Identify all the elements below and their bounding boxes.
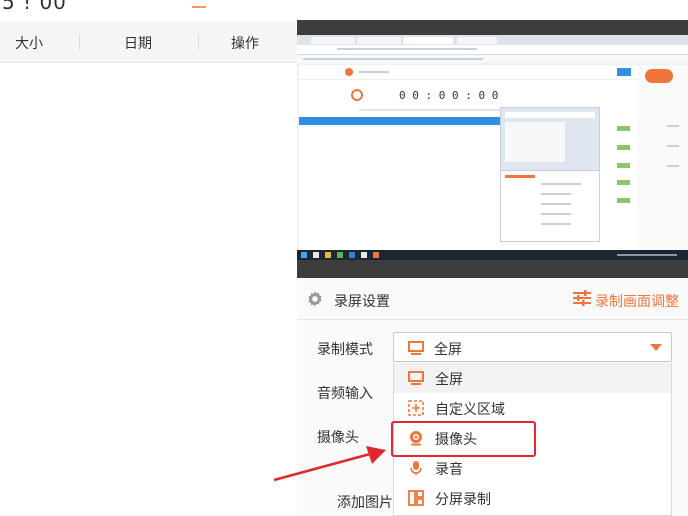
toolbar-strip-partial: 5 ! 00 [0,0,297,22]
split-screen-icon [408,490,424,506]
record-mode-value: 全屏 [434,342,462,358]
monitor-icon [408,341,424,355]
option-label: 分屏录制 [435,492,491,508]
toolbar-icon-fragment [192,0,206,8]
sliders-icon [573,290,591,306]
audio-input-label: 音频输入 [317,386,373,402]
option-audio[interactable]: 录音 [394,453,671,483]
option-fullscreen[interactable]: 全屏 [394,363,671,393]
column-header-size[interactable]: 大小 [15,33,43,53]
highlight-box [391,421,536,457]
microphone-icon [410,461,422,475]
option-split-screen[interactable]: 分屏录制 [394,483,671,513]
monitor-icon [408,371,424,385]
adjust-recording-label: 录制画面调整 [595,294,679,310]
partial-header-text: 5 ! 00 [2,0,67,14]
custom-region-icon [408,400,424,416]
option-label: 自定义区域 [435,402,505,418]
option-custom-region[interactable]: 自定义区域 [394,393,671,423]
option-label: 录音 [435,462,463,478]
column-header-actions[interactable]: 操作 [231,33,259,53]
file-list-header: 大小 日期 操作 [0,22,297,63]
chevron-down-icon[interactable] [650,344,662,351]
pointer-arrow-annotation [273,446,386,482]
record-mode-select[interactable]: 全屏 [393,332,672,362]
divider [297,319,688,320]
column-header-date[interactable]: 日期 [124,33,152,53]
recording-preview: 0 0 : 0 0 : 0 0 [297,20,688,278]
record-mode-label: 录制模式 [317,342,373,358]
preview-screen-thumbnail: 0 0 : 0 0 : 0 0 [297,35,688,260]
option-label: 全屏 [435,372,463,388]
gear-icon [308,291,322,307]
add-image-label: 添加图片 [337,495,393,511]
settings-title: 录屏设置 [334,294,390,310]
file-list-panel: 5 ! 00 大小 日期 操作 [0,0,297,516]
